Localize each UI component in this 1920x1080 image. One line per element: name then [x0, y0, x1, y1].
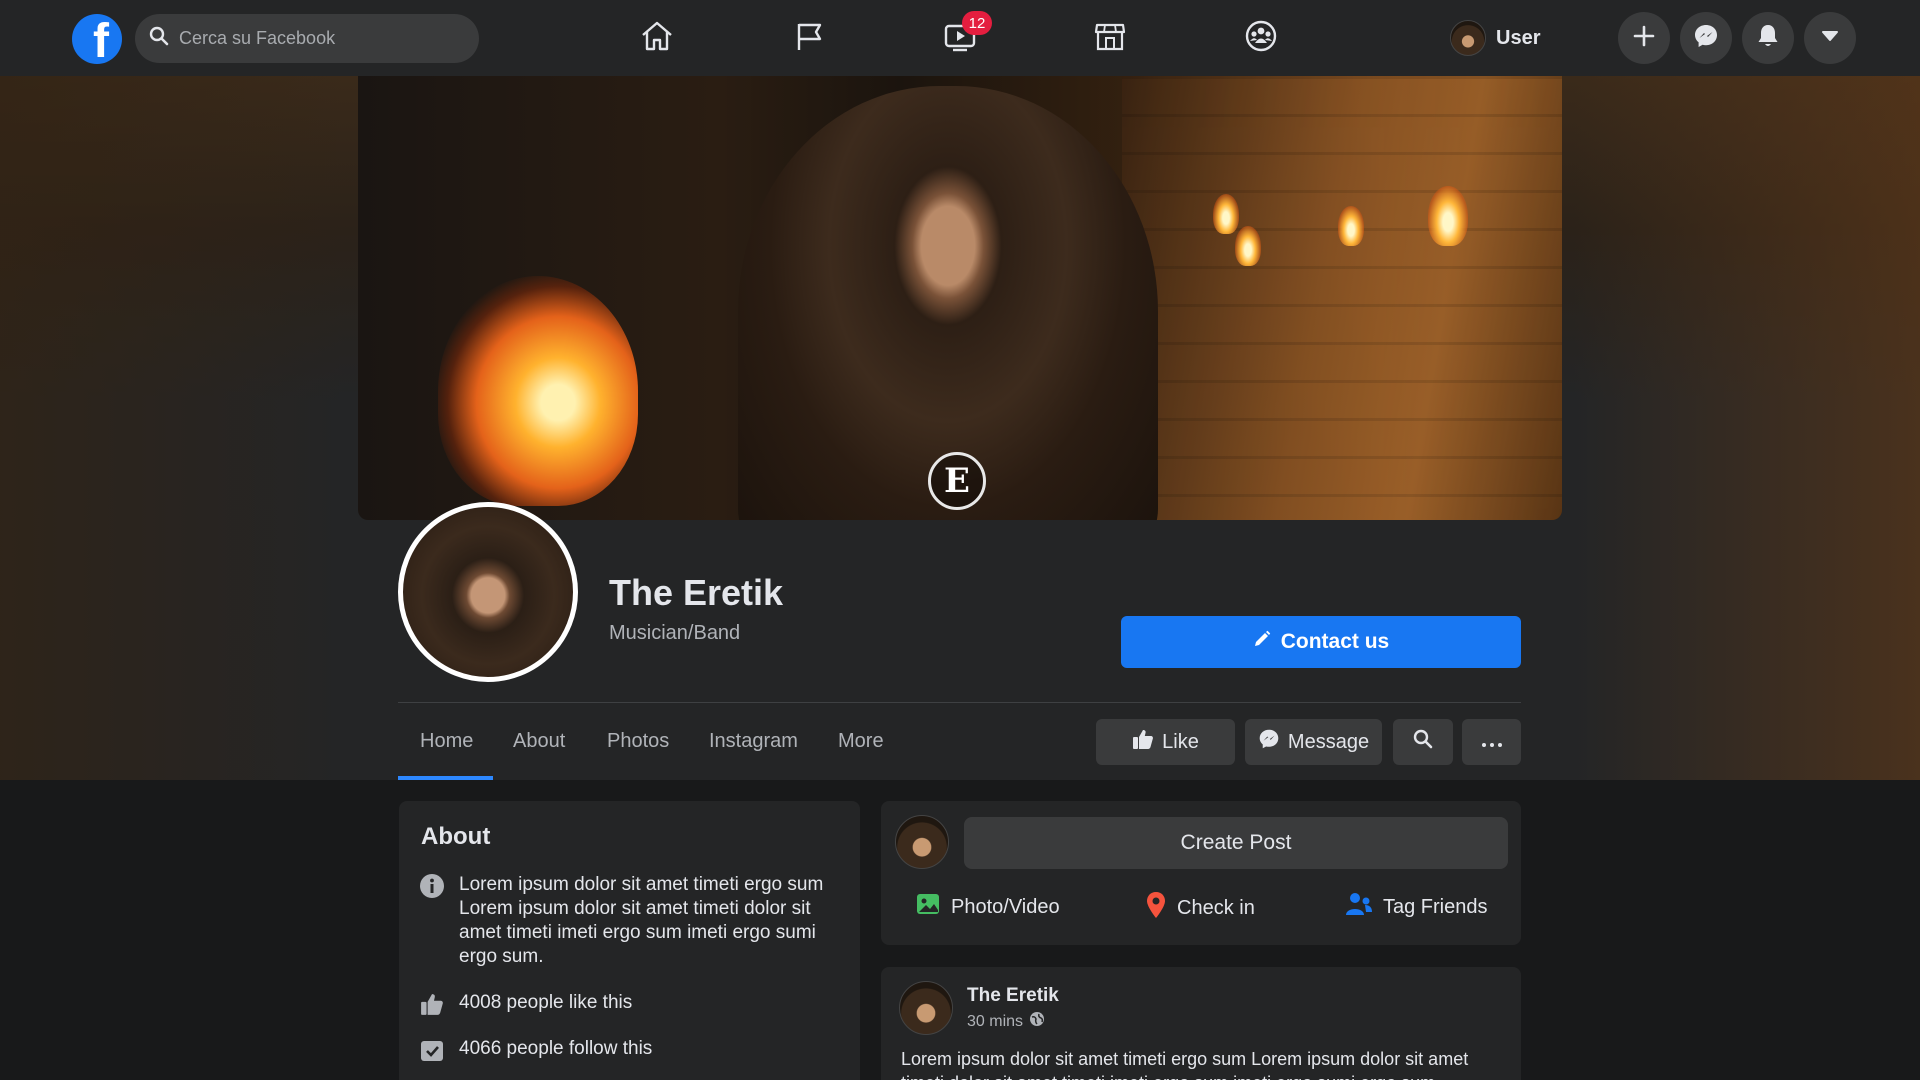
notification-count-badge: 12: [962, 11, 992, 35]
plus-icon: [1633, 25, 1655, 52]
post-body: Lorem ipsum dolor sit amet timeti ergo s…: [901, 1049, 1469, 1080]
location-pin-icon: [1145, 891, 1167, 925]
tab-about[interactable]: About: [513, 730, 565, 753]
cover-torch-shape: [1338, 206, 1364, 246]
cover-torch-shape: [1428, 186, 1468, 246]
nav-home[interactable]: [631, 14, 683, 62]
bell-icon: [1756, 23, 1780, 54]
tab-photos[interactable]: Photos: [607, 730, 669, 753]
messenger-button[interactable]: [1680, 12, 1732, 64]
nav-watch[interactable]: 12: [934, 11, 992, 62]
avatar: [1450, 20, 1486, 56]
nav-pages[interactable]: [783, 14, 835, 62]
cover-photo[interactable]: E: [358, 76, 1562, 520]
caret-down-icon: [1821, 29, 1839, 47]
messenger-icon: [1258, 728, 1280, 756]
home-icon: [640, 20, 674, 57]
tag-friends-icon: [1345, 891, 1373, 923]
tab-instagram[interactable]: Instagram: [709, 730, 798, 753]
notifications-button[interactable]: [1742, 12, 1794, 64]
avatar[interactable]: [899, 981, 953, 1035]
post-time-text: 30 mins: [967, 1012, 1024, 1030]
search-page-button[interactable]: [1393, 719, 1453, 765]
photo-video-label: Photo/Video: [951, 895, 1060, 918]
post-timestamp[interactable]: 30 mins: [967, 1011, 1045, 1032]
ellipsis-icon: [1481, 731, 1503, 754]
photo-icon: [915, 891, 941, 923]
tag-friends-button[interactable]: Tag Friends: [1345, 891, 1488, 923]
follow-check-icon: [419, 1037, 445, 1063]
like-label: Like: [1162, 730, 1199, 753]
likes-count: 4008 people like this: [459, 992, 633, 1013]
contact-us-button[interactable]: Contact us: [1121, 616, 1521, 668]
tag-friends-label: Tag Friends: [1383, 895, 1488, 918]
post-card: The Eretik 30 mins Lorem ipsum dolor sit…: [881, 967, 1521, 1080]
thumbs-up-icon: [419, 991, 445, 1017]
user-profile-chip[interactable]: User: [1450, 16, 1540, 60]
more-options-button[interactable]: [1462, 719, 1521, 765]
flag-icon: [793, 20, 825, 57]
profile-picture[interactable]: [398, 502, 578, 682]
top-navigation-bar: f 12 User: [0, 0, 1920, 76]
check-in-label: Check in: [1177, 896, 1255, 919]
groups-icon: [1244, 19, 1278, 58]
info-icon: [419, 873, 445, 899]
cover-torch-shape: [1235, 226, 1261, 266]
nav-marketplace[interactable]: [1084, 14, 1136, 62]
about-card: About Lorem ipsum dolor sit amet timeti …: [399, 801, 860, 1080]
create-button[interactable]: [1618, 12, 1670, 64]
user-name: User: [1496, 26, 1541, 49]
post-author[interactable]: The Eretik: [967, 985, 1059, 1007]
search-input[interactable]: [179, 28, 459, 49]
store-icon: [1093, 20, 1127, 57]
pencil-icon: [1253, 630, 1271, 654]
like-page-button[interactable]: Like: [1096, 719, 1235, 765]
search-icon: [1413, 729, 1433, 755]
facebook-logo-icon[interactable]: f: [72, 14, 122, 64]
about-follows-row: 4066 people follow this: [419, 1037, 652, 1063]
page-category: Musician/Band: [609, 622, 741, 644]
account-menu-button[interactable]: [1804, 12, 1856, 64]
about-description: Lorem ipsum dolor sit amet timeti ergo s…: [459, 874, 824, 967]
cover-fire-shape: [438, 276, 638, 506]
about-likes-row: 4008 people like this: [419, 991, 632, 1017]
message-page-button[interactable]: Message: [1245, 719, 1382, 765]
cover-torch-shape: [1213, 194, 1239, 234]
avatar: [895, 815, 949, 869]
tab-more[interactable]: More: [838, 730, 884, 753]
about-card-title: About: [421, 823, 491, 850]
message-label: Message: [1287, 730, 1370, 753]
header-divider: [398, 702, 1521, 703]
band-logo-icon: E: [928, 452, 986, 510]
tab-home[interactable]: Home: [420, 730, 473, 753]
check-in-button[interactable]: Check in: [1145, 891, 1255, 925]
contact-us-label: Contact us: [1280, 630, 1390, 653]
create-post-button[interactable]: Create Post: [964, 817, 1508, 869]
thumbs-up-icon: [1132, 728, 1154, 756]
follows-count: 4066 people follow this: [459, 1038, 653, 1059]
about-description-row: Lorem ipsum dolor sit amet timeti ergo s…: [419, 873, 839, 969]
active-tab-indicator: [398, 776, 493, 780]
messenger-icon: [1693, 23, 1719, 54]
page-title: The Eretik: [609, 572, 784, 613]
cover-wall-shape: [1122, 76, 1562, 520]
create-post-card: Create Post Photo/Video Check in Tag Fri…: [881, 801, 1521, 945]
search-box[interactable]: [135, 14, 479, 63]
nav-groups[interactable]: [1235, 14, 1287, 62]
globe-icon: [1029, 1011, 1045, 1032]
photo-video-button[interactable]: Photo/Video: [915, 891, 1060, 923]
search-icon: [149, 26, 169, 51]
